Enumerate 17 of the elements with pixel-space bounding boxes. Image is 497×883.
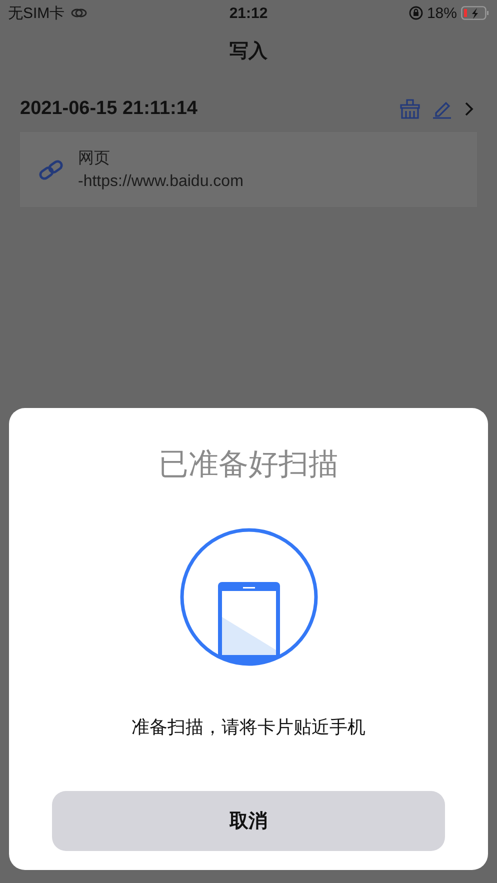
sheet-message: 准备扫描，请将卡片贴近手机	[132, 716, 366, 739]
battery-icon	[461, 6, 489, 20]
battery-percent: 18%	[426, 4, 457, 22]
cancel-button[interactable]: 取消	[52, 791, 445, 851]
nav-title: 写入	[228, 40, 268, 64]
sheet-title: 已准备好扫描	[158, 447, 338, 483]
chevron-right-icon[interactable]	[463, 101, 475, 117]
carrier-text: 无SIM卡	[8, 4, 65, 22]
record-type: 网页	[78, 149, 111, 169]
record-url: -https://www.baidu.com	[78, 173, 244, 191]
link-icon	[70, 8, 87, 18]
record-timestamp: 2021-06-15 21:11:14	[20, 98, 198, 120]
rotation-lock-icon	[408, 6, 423, 20]
link-icon	[38, 160, 64, 180]
status-time: 21:12	[229, 4, 268, 22]
edit-icon[interactable]	[431, 99, 453, 119]
phone-scan-icon	[178, 527, 318, 667]
